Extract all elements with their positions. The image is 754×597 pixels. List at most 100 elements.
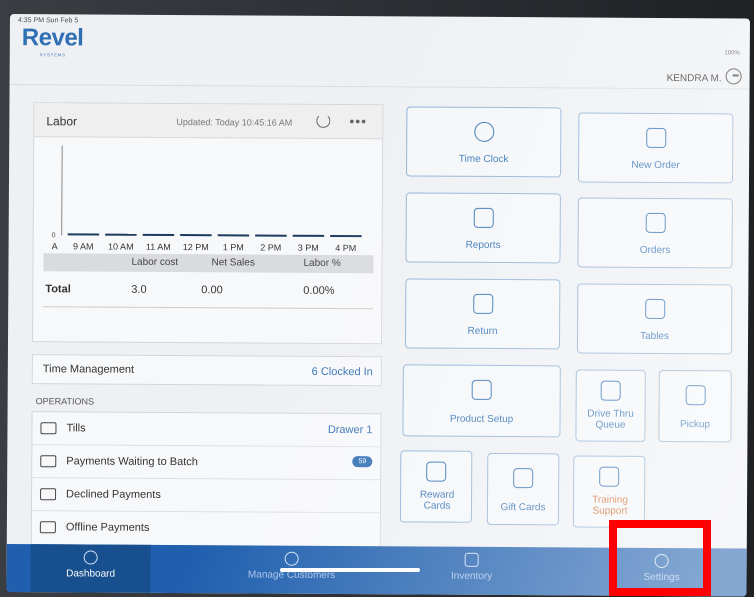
total-sales: 0.00 <box>201 284 223 297</box>
chart-bar <box>142 233 175 237</box>
revel-logo: Revel <box>21 24 84 52</box>
reward-cards-button[interactable]: Reward Cards <box>399 450 473 523</box>
revel-logo-sub: SYSTEMS <box>39 52 66 58</box>
time-clock-label: Time Clock <box>458 153 509 166</box>
drive-thru-label: Drive Thru Queue <box>587 408 634 431</box>
training-support-label: Training Support <box>592 494 628 517</box>
time-management-label: Time Management <box>42 363 135 376</box>
tab-inventory[interactable]: Inventory <box>416 546 526 595</box>
more-icon[interactable]: ••• <box>349 113 367 129</box>
customer-icon <box>284 551 299 566</box>
chart-bar <box>105 233 137 236</box>
logout-icon[interactable] <box>725 68 742 85</box>
chart-bar <box>292 234 325 237</box>
x-tick-label: 9 AM <box>73 241 94 251</box>
tills-value: Drawer 1 <box>327 423 373 437</box>
legend-labor-pct: Labor % <box>303 257 341 270</box>
operation-declined-payments[interactable]: Declined Payments <box>31 478 381 514</box>
labor-updated: Updated: Today 10:45:16 AM <box>176 117 293 128</box>
product-setup-label: Product Setup <box>449 413 514 426</box>
labor-header: Labor Updated: Today 10:45:16 AM ••• <box>34 103 383 140</box>
operation-payments-waiting[interactable]: Payments Waiting to Batch 59 <box>32 445 381 481</box>
pickup-label: Pickup <box>679 419 711 431</box>
labor-chart-svg: 0 A 9 AM 10 AM 11 AM 12 PM 1 PM 2 PM 3 PM 4 PM <box>52 145 362 253</box>
dashboard-icon <box>83 550 98 565</box>
tills-label: Tills <box>66 422 86 435</box>
training-support-button[interactable]: Training Support <box>572 455 646 528</box>
refresh-icon[interactable] <box>316 113 331 128</box>
orders-icon <box>645 212 666 234</box>
x-tick-label: 4 PM <box>335 243 356 251</box>
y-tick-label: 0 <box>52 232 56 239</box>
chart-bar <box>180 234 212 237</box>
labor-legend: Labor cost Net Sales Labor % <box>43 253 374 274</box>
home-indicator <box>280 568 420 572</box>
payment-icon <box>39 521 56 534</box>
bag-icon <box>685 385 706 406</box>
orders-button[interactable]: Orders <box>577 197 733 269</box>
orders-label: Orders <box>639 244 671 257</box>
status-bar: 4:35 PM Sun Feb 5 100% <box>10 14 750 56</box>
gift-cards-label: Gift Cards <box>500 502 546 514</box>
chart-bar <box>217 234 250 237</box>
time-management-row[interactable]: Time Management 6 Clocked In <box>31 354 382 387</box>
return-button[interactable]: Return <box>404 278 561 350</box>
payments-waiting-badge: 59 <box>352 456 373 468</box>
new-order-button[interactable]: New Order <box>577 112 734 184</box>
product-setup-button[interactable]: Product Setup <box>402 364 561 438</box>
battery-indicator: 100% <box>724 50 740 57</box>
chart-icon <box>473 207 494 228</box>
chart-bar <box>330 234 362 238</box>
x-tick-label: 12 PM <box>183 242 209 251</box>
legend-labor-cost: Labor cost <box>131 256 179 269</box>
settings-highlight-box <box>609 520 711 596</box>
y-axis <box>61 145 63 236</box>
gift-cards-button[interactable]: Gift Cards <box>486 452 560 526</box>
clocked-in-count: 6 Clocked In <box>311 365 373 379</box>
offline-payments-label: Offline Payments <box>65 521 150 534</box>
return-icon <box>472 293 493 314</box>
x-tick-label: 10 AM <box>108 242 134 252</box>
pickup-button[interactable]: Pickup <box>658 369 732 443</box>
tab-inventory-label: Inventory <box>450 570 493 582</box>
operations-title: OPERATIONS <box>35 396 95 407</box>
trophy-icon <box>426 461 447 482</box>
total-divider <box>43 306 374 310</box>
legend-net-sales: Net Sales <box>211 257 255 269</box>
reports-button[interactable]: Reports <box>405 192 561 264</box>
operations-list: Tills Drawer 1 Payments Waiting to Batch… <box>30 411 382 548</box>
tables-label: Tables <box>640 330 670 343</box>
total-cost: 3.0 <box>131 283 147 296</box>
x-tick-label: 3 PM <box>298 243 319 251</box>
star-icon <box>599 466 620 487</box>
labor-title: Labor <box>46 114 78 129</box>
operation-offline-payments[interactable]: Offline Payments <box>32 511 380 546</box>
x-tick-label: 11 AM <box>146 242 171 251</box>
tables-button[interactable]: Tables <box>576 283 733 355</box>
labor-total-row: Total 3.0 0.00 0.00% <box>33 275 381 305</box>
table-icon <box>644 298 665 320</box>
new-order-label: New Order <box>631 159 680 172</box>
drive-thru-button[interactable]: Drive Thru Queue <box>575 369 646 442</box>
user-name[interactable]: KENDRA M. <box>667 73 722 84</box>
reward-cards-label: Reward Cards <box>419 489 455 512</box>
x-tick-label: 2 PM <box>260 243 281 252</box>
inventory-icon <box>464 552 479 567</box>
declined-payments-label: Declined Payments <box>66 488 161 501</box>
tab-dashboard[interactable]: Dashboard <box>30 544 151 593</box>
gift-icon <box>513 468 534 489</box>
chart-bar <box>67 233 100 236</box>
photo-background: 4:35 PM Sun Feb 5 100% Revel SYSTEMS KEN… <box>0 0 754 597</box>
total-label: Total <box>45 283 71 296</box>
document-icon <box>645 127 666 149</box>
clock-icon <box>473 121 494 142</box>
car-icon <box>600 380 621 401</box>
return-label: Return <box>467 325 498 337</box>
time-clock-button[interactable]: Time Clock <box>406 106 562 178</box>
ipad-screen: 4:35 PM Sun Feb 5 100% Revel SYSTEMS KEN… <box>6 14 750 597</box>
labor-card: Labor Updated: Today 10:45:16 AM ••• 0 A 9… <box>31 102 384 345</box>
operation-tills[interactable]: Tills Drawer 1 <box>32 412 381 448</box>
drawer-icon <box>40 422 57 435</box>
payment-icon <box>40 488 57 501</box>
chart-bar <box>255 234 287 237</box>
